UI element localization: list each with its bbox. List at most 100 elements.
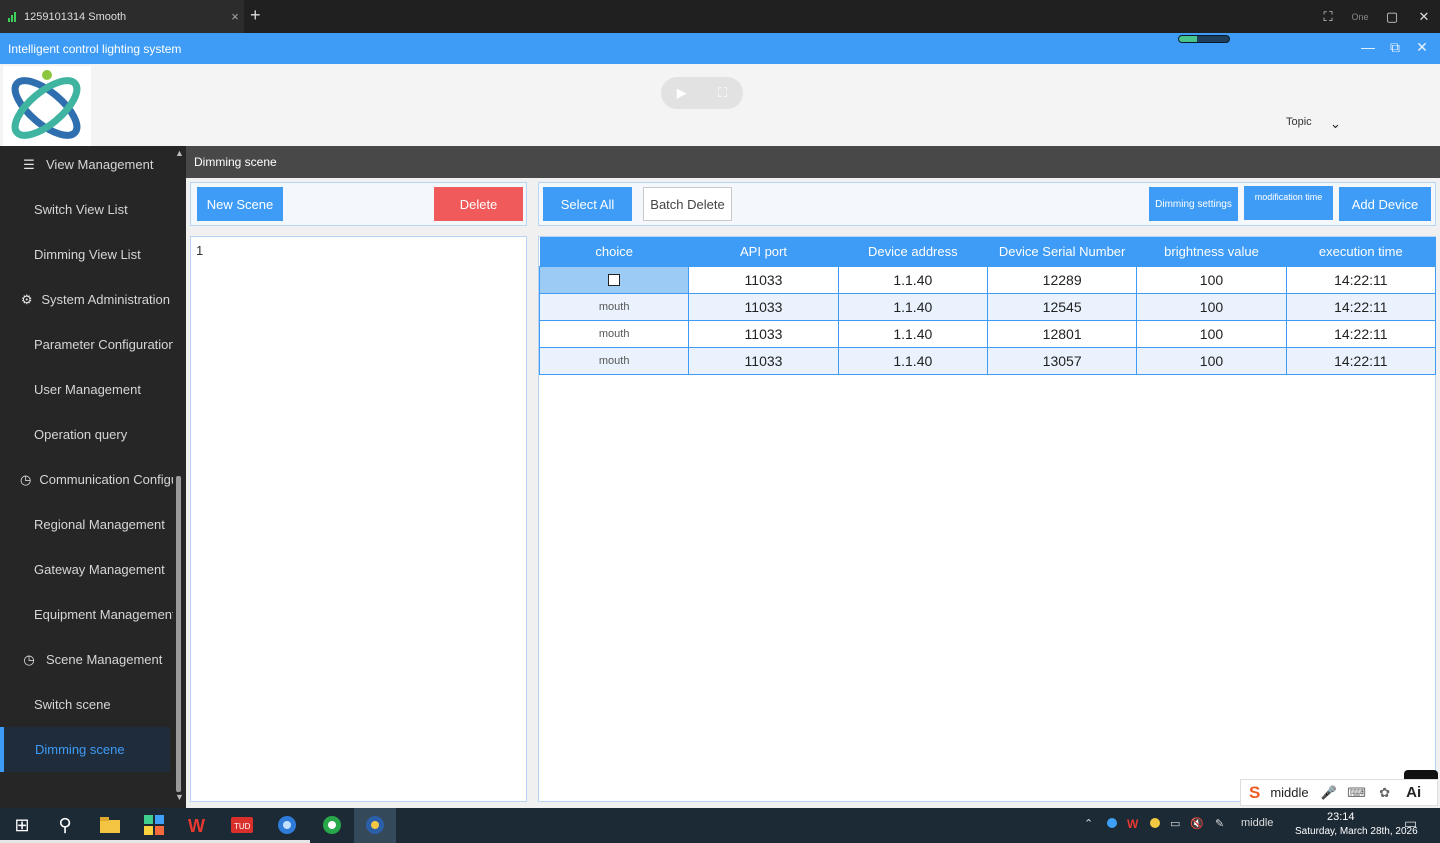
keyboard-icon[interactable]: ⌨ bbox=[1343, 785, 1371, 801]
delete-scene-button[interactable]: Delete bbox=[434, 187, 523, 221]
screen: 1259101314 Smooth × + ⛶ One ▢ ✕ Intellig… bbox=[0, 0, 1440, 843]
browser-icon[interactable] bbox=[275, 814, 299, 836]
scroll-down-icon[interactable]: ▼ bbox=[173, 792, 186, 802]
column-header-brightness[interactable]: brightness value bbox=[1136, 237, 1287, 266]
sidebar-item-parameter-configuration[interactable]: Parameter Configuration bbox=[0, 322, 176, 367]
column-header-device-address[interactable]: Device address bbox=[838, 237, 988, 266]
sidebar-item-label: Dimming scene bbox=[35, 742, 125, 757]
chevron-down-icon[interactable]: ⌄ bbox=[1330, 116, 1341, 132]
sidebar-item-operation-query[interactable]: Operation query bbox=[0, 412, 170, 457]
sidebar-item-user-management[interactable]: User Management bbox=[0, 367, 170, 412]
sidebar-item-regional-management[interactable]: Regional Management bbox=[0, 502, 170, 547]
clock-time[interactable]: 23:14 bbox=[1327, 811, 1355, 823]
sidebar-item-switch-view-list[interactable]: Switch View List bbox=[0, 187, 170, 232]
wps-icon[interactable]: W bbox=[186, 814, 210, 836]
minimize-icon[interactable]: — bbox=[1358, 39, 1378, 55]
table-header-row: choice API port Device address Device Se… bbox=[539, 237, 1436, 266]
ime-mode-text[interactable]: middle bbox=[1270, 785, 1308, 800]
green-browser-icon[interactable] bbox=[320, 814, 344, 836]
topic-label[interactable]: Topic bbox=[1286, 116, 1312, 128]
api-port-cell: 11033 bbox=[688, 319, 839, 348]
new-scene-button[interactable]: New Scene bbox=[197, 187, 283, 221]
select-all-button[interactable]: Select All bbox=[543, 187, 632, 221]
one-label: One bbox=[1351, 11, 1369, 22]
file-explorer-icon[interactable] bbox=[98, 814, 122, 836]
clock-date[interactable]: Saturday, March 28th, 2026 bbox=[1295, 826, 1418, 837]
execution-time-cell: 14:22:11 bbox=[1285, 292, 1437, 321]
fullscreen-icon[interactable]: ⛶ bbox=[1312, 9, 1344, 25]
choice-cell[interactable]: mouth bbox=[538, 292, 690, 321]
tray-yellow-icon[interactable] bbox=[1149, 817, 1161, 832]
choice-cell[interactable]: mouth bbox=[538, 346, 690, 375]
expand-icon[interactable]: ⛶ bbox=[718, 85, 727, 101]
sidebar-scrollbar[interactable]: ▲ ▼ bbox=[173, 146, 186, 808]
app-close-icon[interactable]: ✕ bbox=[1412, 39, 1432, 56]
table-row[interactable]: mouth 11033 1.1.40 12545 100 14:22:11 bbox=[538, 292, 1437, 321]
new-tab-icon[interactable]: + bbox=[250, 5, 261, 26]
sidebar-item-label: Switch scene bbox=[34, 697, 111, 712]
sidebar-item-view-management[interactable]: ☰ View Management bbox=[0, 146, 170, 187]
skin-icon[interactable]: ✿ bbox=[1371, 785, 1399, 801]
add-device-button[interactable]: Add Device bbox=[1339, 187, 1431, 221]
sidebar-item-scene-management[interactable]: ◷ Scene Management bbox=[0, 637, 170, 682]
sidebar-item-label: Gateway Management bbox=[34, 562, 165, 577]
tray-app-icon[interactable] bbox=[1106, 817, 1118, 832]
table-row[interactable]: mouth 11033 1.1.40 13057 100 14:22:11 bbox=[538, 346, 1437, 375]
table-row[interactable]: 11033 1.1.40 12289 100 14:22:11 bbox=[538, 265, 1437, 294]
brightness-cell: 100 bbox=[1136, 346, 1287, 375]
batch-delete-button[interactable]: Batch Delete bbox=[643, 187, 732, 221]
ime-logo-icon[interactable]: S bbox=[1249, 783, 1260, 803]
sidebar-item-communication-configur[interactable]: ◷ Communication Configur bbox=[0, 457, 182, 502]
choice-cell[interactable]: mouth bbox=[538, 319, 690, 348]
device-table: choice API port Device address Device Se… bbox=[538, 237, 1437, 375]
scene-list: 1 bbox=[190, 236, 527, 802]
network-icon[interactable]: ▭ bbox=[1170, 817, 1180, 830]
gear-icon: ⚙ bbox=[20, 291, 33, 307]
pen-icon[interactable]: ✎ bbox=[1215, 817, 1224, 830]
tud-app-icon[interactable]: TUD bbox=[230, 814, 254, 836]
table-row[interactable]: mouth 11033 1.1.40 12801 100 14:22:11 bbox=[538, 319, 1437, 348]
choice-cell[interactable] bbox=[538, 265, 690, 294]
tab-close-icon[interactable]: × bbox=[226, 9, 244, 24]
scroll-thumb[interactable] bbox=[176, 476, 181, 792]
lighting-app-icon[interactable] bbox=[363, 814, 387, 836]
windows-start-icon[interactable]: ⊞ bbox=[10, 814, 34, 836]
maximize-icon[interactable]: ▢ bbox=[1376, 9, 1408, 25]
execution-time-cell: 14:22:11 bbox=[1285, 265, 1437, 294]
clock-icon: ◷ bbox=[20, 471, 32, 487]
modification-time-button[interactable]: modification time bbox=[1244, 186, 1333, 220]
sidebar-item-dimming-view-list[interactable]: Dimming View List bbox=[0, 232, 170, 277]
notification-icon[interactable]: ▭ bbox=[1404, 815, 1417, 832]
sidebar-item-dimming-scene[interactable]: Dimming scene bbox=[0, 727, 170, 772]
close-icon[interactable]: ✕ bbox=[1408, 9, 1440, 25]
logo-icon bbox=[11, 70, 81, 139]
sidebar-item-system-administration[interactable]: ⚙ System Administration bbox=[0, 277, 170, 322]
sidebar-item-gateway-management[interactable]: Gateway Management bbox=[0, 547, 170, 592]
row-checkbox[interactable] bbox=[608, 273, 621, 286]
ai-icon[interactable]: Ai bbox=[1399, 784, 1429, 801]
tray-wps-icon[interactable]: W bbox=[1127, 817, 1141, 832]
sidebar-item-equipment-management[interactable]: Equipment Management bbox=[0, 592, 176, 637]
restore-icon[interactable]: ⧉ bbox=[1385, 39, 1405, 56]
column-header-api-port[interactable]: API port bbox=[688, 237, 839, 266]
tray-expand-icon[interactable]: ⌃ bbox=[1084, 817, 1093, 830]
play-icon[interactable]: ▶ bbox=[677, 85, 687, 101]
volume-muted-icon[interactable]: 🔇 bbox=[1190, 817, 1204, 830]
sidebar-item-label: User Management bbox=[34, 382, 141, 397]
outer-tab[interactable]: 1259101314 Smooth × bbox=[0, 0, 244, 33]
serial-number-cell: 12801 bbox=[986, 319, 1138, 348]
ime-toolbar: S middle 🎤 ⌨ ✿ Ai bbox=[1240, 779, 1438, 806]
tray-ime-text[interactable]: middle bbox=[1241, 817, 1273, 829]
dimming-settings-button[interactable]: Dimming settings bbox=[1149, 187, 1238, 221]
progress-fill bbox=[1179, 36, 1197, 42]
column-header-execution-time[interactable]: execution time bbox=[1286, 237, 1436, 266]
microphone-icon[interactable]: 🎤 bbox=[1315, 785, 1343, 801]
list-item[interactable]: 1 bbox=[196, 243, 521, 258]
sidebar-item-switch-scene[interactable]: Switch scene bbox=[0, 682, 170, 727]
column-header-serial-number[interactable]: Device Serial Number bbox=[987, 237, 1137, 266]
search-icon[interactable]: ⚲ bbox=[53, 814, 77, 836]
column-header-choice[interactable]: choice bbox=[539, 237, 689, 266]
app-grid-icon[interactable] bbox=[142, 814, 166, 836]
scroll-up-icon[interactable]: ▲ bbox=[173, 148, 186, 158]
brightness-cell: 100 bbox=[1136, 319, 1287, 348]
